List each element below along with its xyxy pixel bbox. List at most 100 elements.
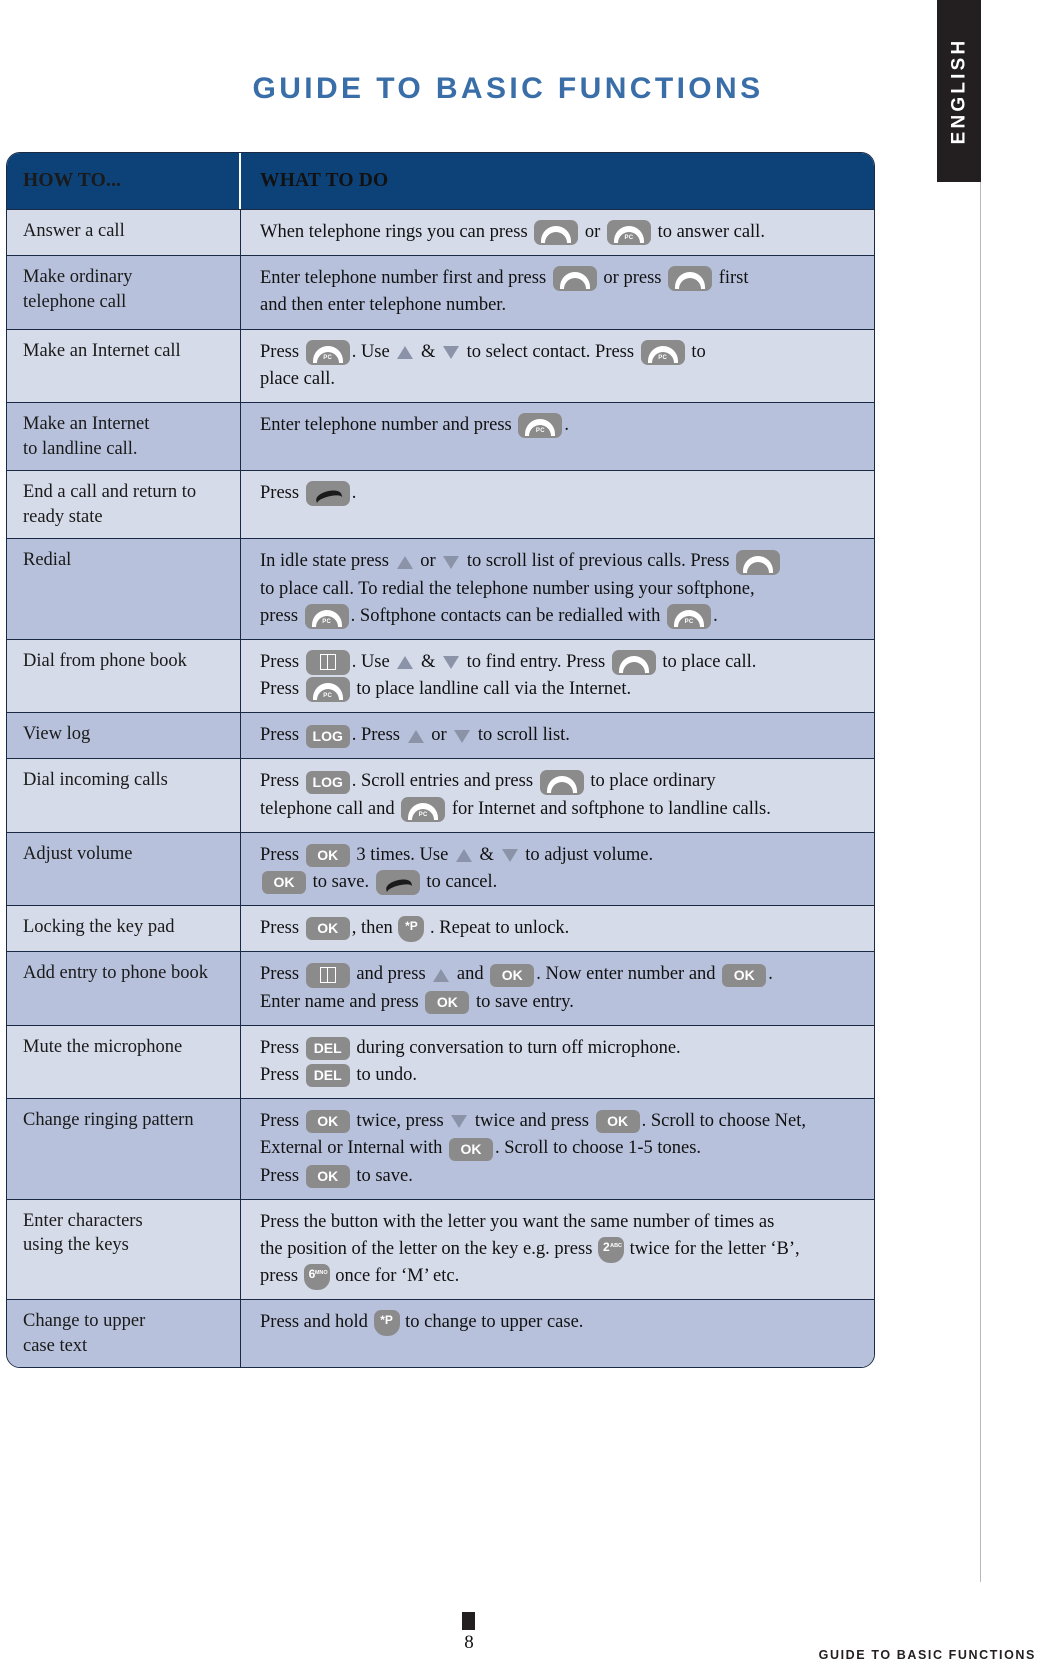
guide-table: HOW TO... WHAT TO DO Answer a call When t… — [6, 152, 875, 1369]
arrow-up-icon — [396, 555, 413, 569]
row-what-to-do-cell: Press . Use & to find entry. Press to pl… — [241, 640, 874, 712]
language-tab-english: ENGLISH — [937, 0, 981, 182]
phone-book-key-icon — [305, 650, 350, 676]
instruction-text: to cancel. — [421, 872, 498, 892]
language-tab-label: ENGLISH — [948, 37, 970, 145]
instruction-text: to answer call. — [652, 222, 765, 242]
how-to-label: Make ordinary — [23, 267, 133, 288]
instruction-text: to place landline call via the Internet. — [351, 679, 632, 700]
instruction-line: the position of the letter on the key e.… — [260, 1236, 864, 1263]
how-to-label: Change ringing pattern — [23, 1110, 194, 1131]
row-what-to-do-cell: Press and hold *P to change to upper cas… — [241, 1300, 874, 1367]
how-to-label: Locking the key pad — [23, 917, 175, 938]
how-to-label: using the keys — [23, 1235, 129, 1256]
instruction-text: or — [580, 222, 605, 242]
instruction-text: . — [713, 605, 718, 626]
row-what-to-do-cell: Enter telephone number and press PC. — [241, 403, 874, 470]
instruction-line: Enter telephone number first and press o… — [260, 265, 864, 292]
instruction-text: place call. — [260, 368, 335, 389]
table-row: End a call and return to ready state Press… — [7, 471, 874, 540]
instruction-line: Press DEL during conversation to turn of… — [260, 1035, 864, 1062]
ok-key-icon: OK — [305, 1164, 350, 1188]
arrow-down-icon — [443, 555, 460, 569]
instruction-line: OK to save. to cancel. — [260, 869, 864, 896]
table-row: Mute the microphone Press DEL during conv… — [7, 1025, 874, 1100]
instruction-text: Enter telephone number and press — [260, 414, 517, 435]
table-row: Make ordinary telephone call Enter telepho… — [7, 256, 874, 330]
page-number: 8 — [464, 1632, 474, 1653]
instruction-line: Press OK, then *P . Repeat to unlock. — [260, 915, 864, 942]
instruction-text: Press — [260, 844, 304, 865]
row-what-to-do-cell: Press . — [241, 471, 874, 538]
instruction-line: Press DEL to undo. — [260, 1062, 864, 1089]
instruction-text: & — [416, 651, 440, 672]
instruction-text: Enter name and press — [260, 991, 424, 1012]
instruction-text: Press the button with the letter you wan… — [260, 1211, 775, 1232]
row-what-to-do-cell: When telephone rings you can press or PC… — [241, 210, 874, 255]
row-what-to-do-cell: Press DEL during conversation to turn of… — [241, 1026, 874, 1098]
instruction-text: . Press — [351, 725, 405, 746]
pc-handset-key-icon: PC — [518, 413, 563, 439]
end-call-key-icon — [375, 870, 420, 896]
ok-key-icon: OK — [305, 1110, 350, 1134]
instruction-line: and then enter telephone number. — [260, 292, 864, 319]
instruction-line: Enter name and press OK to save entry. — [260, 989, 864, 1016]
instruction-text: telephone call and — [260, 798, 400, 819]
table-row: Locking the key pad Press OK, then *P . R… — [7, 906, 874, 953]
row-how-to-cell: Make ordinary telephone call — [7, 256, 241, 329]
row-how-to-cell: Enter characters using the keys — [7, 1199, 241, 1300]
keypad-key-starp-icon: *P — [398, 915, 425, 942]
row-how-to-cell: Mute the microphone — [7, 1025, 241, 1099]
handset-key-icon — [534, 220, 579, 246]
instruction-line: press 6 MNO once for ‘M’ etc. — [260, 1263, 864, 1290]
instruction-line: Press OK twice, press twice and press OK… — [260, 1108, 864, 1135]
instruction-text: Press — [260, 1037, 304, 1058]
column-header-what-to-do: WHAT TO DO — [260, 169, 389, 191]
instruction-text: to place call. — [657, 651, 757, 672]
instruction-text: Press — [260, 725, 304, 746]
how-to-label: Make an Internet call — [23, 340, 181, 361]
how-to-label: Dial from phone book — [23, 650, 187, 671]
table-row: Dial incoming calls Press LOG. Scroll ent… — [7, 759, 874, 833]
table-row: Change to upper case text Press and hold *… — [7, 1300, 874, 1368]
instruction-text: to find entry. Press — [461, 651, 610, 672]
ok-key-icon: OK — [490, 963, 535, 987]
how-to-label: Change to upper — [23, 1311, 146, 1332]
instruction-text: or — [426, 725, 452, 746]
how-to-label: Answer a call — [23, 221, 125, 241]
table-header-row: HOW TO... WHAT TO DO — [7, 153, 874, 210]
arrow-down-icon — [442, 656, 459, 670]
instruction-line: Press OK to save. — [260, 1163, 864, 1190]
row-what-to-do-cell: Press OK 3 times. Use & to adjust volume… — [241, 833, 874, 905]
instruction-line: Enter telephone number and press PC. — [260, 412, 864, 439]
how-to-label: case text — [23, 1335, 88, 1356]
how-to-label: telephone call — [23, 291, 127, 312]
row-what-to-do-cell: Press PC. Use & to select contact. Press… — [241, 330, 874, 402]
instruction-text: . — [351, 483, 357, 504]
ok-key-icon: OK — [305, 917, 350, 941]
instruction-text: Press — [260, 1165, 304, 1186]
instruction-text: to adjust volume. — [520, 844, 654, 865]
instruction-text: first — [714, 268, 749, 289]
instruction-line: When telephone rings you can press or PC… — [260, 219, 864, 246]
table-row: Change ringing pattern Press OK twice, pr… — [7, 1099, 874, 1200]
arrow-up-icon — [433, 968, 450, 982]
instruction-text: Press — [260, 1064, 304, 1085]
instruction-text: and press — [351, 964, 431, 985]
instruction-text: to save entry. — [471, 991, 574, 1012]
instruction-text: to scroll list of previous calls. Press — [462, 551, 735, 572]
handset-key-icon — [552, 266, 597, 292]
instruction-text: during conversation to turn off micropho… — [351, 1037, 681, 1058]
column-header-how-to: HOW TO... — [7, 153, 241, 209]
ok-key-icon: OK — [722, 963, 767, 987]
instruction-line: press PC. Softphone contacts can be redi… — [260, 603, 864, 630]
how-to-label: Adjust volume — [23, 843, 133, 864]
instruction-text: and — [452, 964, 489, 985]
instruction-line: Press LOG. Press or to scroll list. — [260, 722, 864, 749]
instruction-text: . — [768, 964, 773, 985]
how-to-label: to landline call. — [23, 438, 138, 459]
row-how-to-cell: Adjust volume — [7, 832, 241, 906]
row-how-to-cell: Locking the key pad — [7, 906, 241, 952]
keypad-key-2-icon: 2 ABC — [598, 1236, 625, 1263]
keypad-key-6-icon: 6 MNO — [303, 1263, 330, 1290]
